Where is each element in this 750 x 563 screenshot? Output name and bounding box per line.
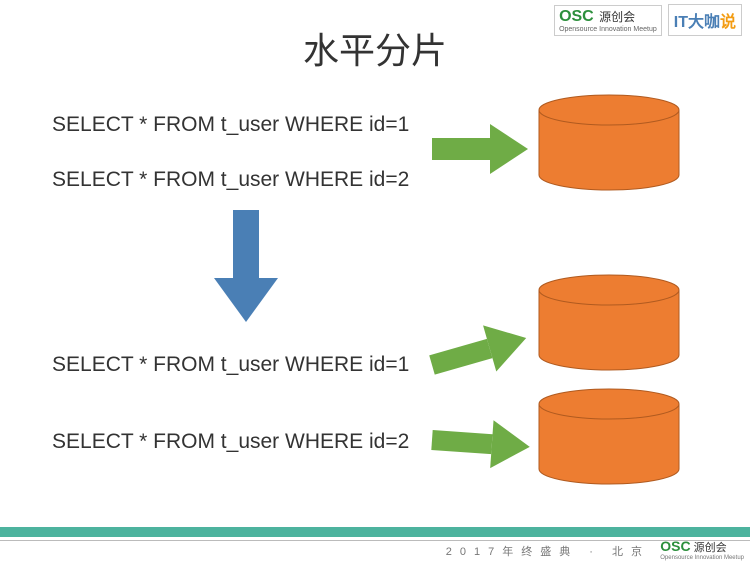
osc-logo: OSC 源创会 Opensource Innovation Meetup (554, 5, 662, 36)
footer-bar (0, 527, 750, 537)
database-before-icon (539, 95, 679, 190)
osc-logo-sub: Opensource Innovation Meetup (559, 26, 657, 33)
it-logo-accent: 说 (720, 14, 736, 31)
arrow-after-1-icon (425, 315, 532, 388)
sql-after-2: SELECT * FROM t_user WHERE id=2 (52, 430, 409, 454)
it-logo: IT大咖说 (668, 4, 742, 36)
sql-after-1: SELECT * FROM t_user WHERE id=1 (52, 353, 409, 377)
footer-line (0, 540, 750, 541)
footer-osc-logo: OSC 源创会 Opensource Innovation Meetup (660, 538, 744, 561)
slide-title: 水平分片 (303, 22, 447, 74)
database-after-2-icon (539, 389, 679, 484)
footer-text: 2017年终盛典 · 北京 (446, 543, 650, 559)
diagram-overlay (0, 0, 750, 563)
it-logo-text: IT大咖 (674, 14, 720, 31)
header-logos: OSC 源创会 Opensource Innovation Meetup IT大… (554, 4, 742, 36)
arrow-after-2-icon (430, 416, 531, 471)
sql-before-2: SELECT * FROM t_user WHERE id=2 (52, 168, 409, 192)
database-after-1-icon (539, 275, 679, 370)
footer-osc-sub: Opensource Innovation Meetup (660, 555, 744, 561)
osc-logo-text: OSC (559, 8, 594, 25)
footer-osc-text: OSC (660, 538, 690, 554)
sql-before-1: SELECT * FROM t_user WHERE id=1 (52, 113, 409, 137)
osc-logo-chinese: 源创会 (599, 10, 635, 24)
arrow-before-icon (432, 124, 528, 174)
footer-osc-chinese: 源创会 (694, 542, 727, 554)
arrow-transition-icon (214, 210, 278, 322)
